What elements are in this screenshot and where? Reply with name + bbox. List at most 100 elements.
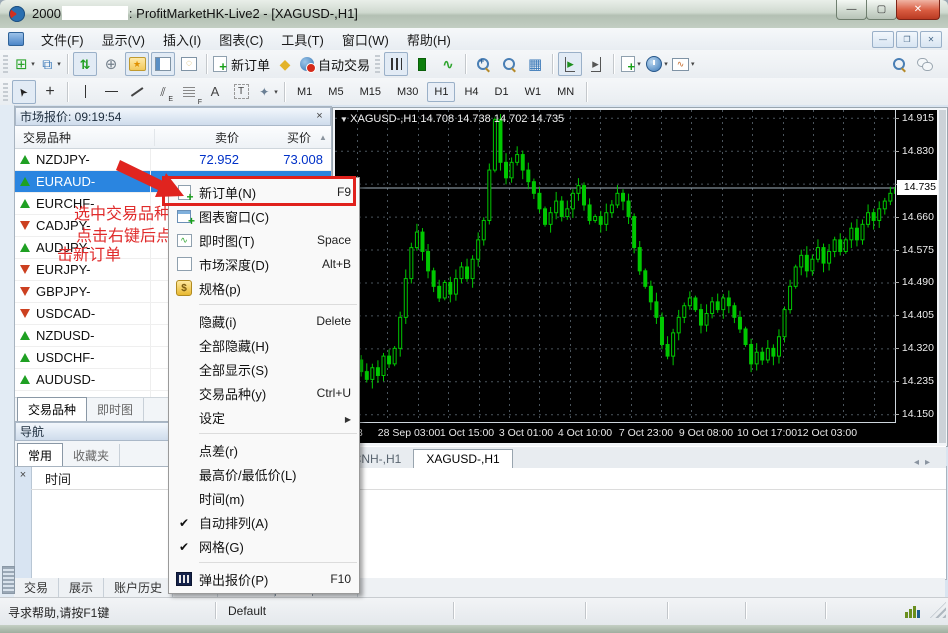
context-menu-item[interactable]: 图表窗口(C) [169, 204, 359, 228]
context-menu-item[interactable]: 网格(G) [169, 534, 359, 558]
zoom-out-button[interactable] [497, 52, 521, 76]
context-menu-item[interactable]: 交易品种(y)Ctrl+U [169, 381, 359, 405]
templates-button[interactable]: ▾ [671, 52, 696, 76]
menubar-item[interactable]: 显示(V) [93, 28, 154, 51]
market-watch-row[interactable]: NZDJPY-72.95273.008 [15, 149, 331, 171]
specification-icon: $ [176, 280, 192, 296]
market-watch-close-icon[interactable]: × [313, 110, 326, 123]
terminal-tab-展示[interactable]: 展示 [59, 578, 104, 597]
context-menu-item[interactable]: 最高价/最低价(L) [169, 462, 359, 486]
toolbar-grip[interactable] [3, 83, 8, 101]
line-chart-mode-button[interactable] [436, 52, 460, 76]
terminal-tab-账户历史[interactable]: 账户历史 [104, 578, 173, 597]
terminal-close-icon[interactable]: × [17, 469, 30, 482]
bar-chart-mode-button[interactable] [384, 52, 408, 76]
new-chart-button[interactable]: ▾ [12, 52, 36, 76]
navigator-icon [129, 57, 146, 71]
autotrading-button[interactable]: 自动交易 [299, 52, 371, 76]
menubar-item[interactable]: 窗口(W) [333, 28, 398, 51]
status-profile[interactable]: Default [228, 604, 266, 618]
market-watch-tab-即时图[interactable]: 即时图 [87, 398, 144, 421]
context-menu-item[interactable]: 隐藏(i)Delete [169, 309, 359, 333]
toolbar-grip[interactable] [375, 55, 380, 73]
dock-grip-strip[interactable] [0, 105, 15, 597]
chart-menu-arrow-icon[interactable] [340, 113, 350, 125]
channel-tool-button[interactable]: E [151, 80, 175, 104]
indicators-button[interactable]: ▾ [619, 52, 643, 76]
timeframe-button-m30[interactable]: M30 [390, 82, 425, 102]
context-menu-item[interactable]: $规格(p) [169, 276, 359, 300]
minimize-button[interactable]: — [836, 0, 867, 20]
timeframe-button-h4[interactable]: H4 [457, 82, 485, 102]
search-button[interactable] [887, 52, 911, 76]
horizontal-line-tool-button[interactable] [99, 80, 123, 104]
timeframe-button-mn[interactable]: MN [550, 82, 581, 102]
cursor-tool-button[interactable] [12, 80, 36, 104]
tile-windows-button[interactable] [523, 52, 547, 76]
terminal-tab-交易[interactable]: 交易 [14, 578, 59, 597]
chat-button[interactable] [913, 52, 937, 76]
profiles-button[interactable]: ▾ [38, 52, 62, 76]
context-menu-item[interactable]: 即时图(T)Space [169, 228, 359, 252]
column-header-symbol[interactable]: 交易品种 [15, 129, 154, 146]
context-menu-item[interactable]: 点差(r) [169, 438, 359, 462]
context-menu-item[interactable]: 全部隐藏(H) [169, 333, 359, 357]
label-tool-button[interactable] [229, 80, 253, 104]
chart-plot[interactable]: XAGUSD-,H1 14.708 14.738 14.702 14.735 [335, 110, 896, 423]
navigator-toggle-button[interactable] [125, 52, 149, 76]
close-button[interactable]: ✕ [896, 0, 940, 20]
strategy-tester-button[interactable] [177, 52, 201, 76]
child-minimize-button[interactable]: — [872, 31, 894, 48]
docked-panel-icon[interactable] [2, 566, 15, 594]
trendline-tool-button[interactable] [125, 80, 149, 104]
context-menu-item[interactable]: 时间(m) [169, 486, 359, 510]
context-menu-item[interactable]: 弹出报价(P)F10 [169, 567, 359, 591]
menubar-item[interactable]: 文件(F) [32, 28, 93, 51]
context-menu-item[interactable]: 全部显示(S) [169, 357, 359, 381]
candle-chart-mode-button[interactable] [410, 52, 434, 76]
menubar-item[interactable]: 帮助(H) [398, 28, 460, 51]
context-menu-item[interactable]: 设定 [169, 405, 359, 429]
chart-shift-button[interactable] [584, 52, 608, 76]
metaeditor-button[interactable] [273, 52, 297, 76]
timeframe-button-m15[interactable]: M15 [353, 82, 388, 102]
market-watch-toggle-button[interactable] [73, 52, 97, 76]
text-tool-button[interactable] [203, 80, 227, 104]
context-menu-item[interactable]: 自动排列(A) [169, 510, 359, 534]
periods-button[interactable]: ▾ [645, 52, 669, 76]
shapes-tool-button[interactable]: ▾ [255, 80, 279, 104]
menubar-item[interactable]: 插入(I) [154, 28, 210, 51]
menubar-item[interactable]: 工具(T) [272, 28, 333, 51]
symbol-name: EURAUD- [36, 174, 95, 189]
context-menu-item[interactable]: 市场深度(D)Alt+B [169, 252, 359, 276]
new-order-button[interactable]: 新订单 [212, 52, 271, 76]
data-window-button[interactable] [99, 52, 123, 76]
chart-child-icon[interactable] [8, 32, 24, 46]
navigator-tab-常用[interactable]: 常用 [17, 443, 63, 467]
toolbar-grip[interactable] [3, 55, 8, 73]
resize-grip[interactable] [930, 602, 946, 618]
chart-tab-scroll-arrows[interactable]: ◂▸ [914, 457, 946, 468]
terminal-toggle-button[interactable] [151, 52, 175, 76]
child-close-button[interactable]: ✕ [920, 31, 942, 48]
market-watch-tab-交易品种[interactable]: 交易品种 [17, 397, 87, 421]
menubar-item[interactable]: 图表(C) [210, 28, 272, 51]
timeframe-button-w1[interactable]: W1 [518, 82, 549, 102]
column-header-ask[interactable]: 买价 [239, 129, 315, 146]
restore-button[interactable]: ▢ [866, 0, 897, 20]
timeframe-button-m1[interactable]: M1 [290, 82, 319, 102]
vertical-line-tool-button[interactable] [73, 80, 97, 104]
navigator-tab-收藏夹[interactable]: 收藏夹 [63, 444, 120, 467]
chart-tab-XAGUSD-,H1[interactable]: XAGUSD-,H1 [413, 449, 512, 468]
timeframe-button-d1[interactable]: D1 [488, 82, 516, 102]
chart-scrollbar[interactable] [939, 110, 946, 443]
column-header-bid[interactable]: 卖价 [154, 129, 239, 146]
fibonacci-tool-button[interactable]: F [177, 80, 201, 104]
timeframe-button-m5[interactable]: M5 [321, 82, 350, 102]
timeframe-button-h1[interactable]: H1 [427, 82, 455, 102]
zoom-in-button[interactable]: + [471, 52, 495, 76]
auto-scroll-button[interactable] [558, 52, 582, 76]
crosshair-tool-button[interactable] [38, 80, 62, 104]
scroll-up-icon[interactable]: ▲ [315, 133, 331, 142]
child-restore-button[interactable]: ❐ [896, 31, 918, 48]
